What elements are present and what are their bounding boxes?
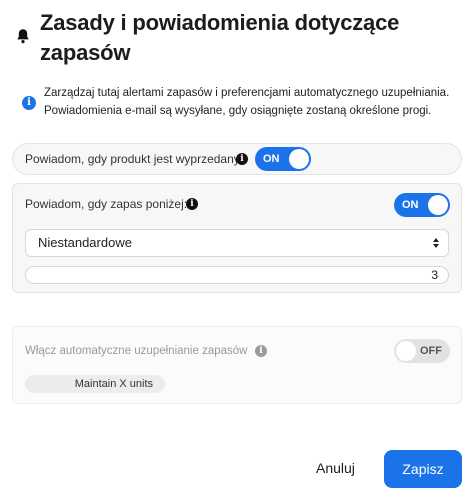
threshold-type-value: Niestandardowe xyxy=(38,235,132,250)
toggle-state-label: ON xyxy=(263,153,280,165)
info-text: Zarządzaj tutaj alertami zapasów i prefe… xyxy=(44,87,450,117)
help-icon[interactable]: i xyxy=(255,345,267,357)
cancel-button[interactable]: Anuluj xyxy=(304,450,367,486)
toggle-knob xyxy=(396,341,416,361)
bell-icon xyxy=(17,29,29,44)
out-of-stock-row: Powiadom, gdy produkt jest wyprzedany i … xyxy=(12,143,462,175)
toggle-knob xyxy=(428,195,448,215)
restock-mode-option[interactable]: Maintain X units xyxy=(25,375,165,393)
toggle-state-label: ON xyxy=(402,199,419,211)
threshold-type-select[interactable]: Niestandardowe xyxy=(25,229,449,257)
out-of-stock-toggle[interactable]: ON xyxy=(255,147,311,171)
low-stock-toggle[interactable]: ON xyxy=(394,193,450,217)
chevron-updown-icon xyxy=(433,238,439,248)
auto-restock-panel: Włącz automatyczne uzupełnianie zapasów … xyxy=(12,326,462,404)
threshold-number-value: 3 xyxy=(431,268,438,282)
low-stock-label: Powiadom, gdy zapas poniżej: xyxy=(25,197,188,211)
help-icon[interactable]: i xyxy=(186,198,198,210)
auto-restock-label: Włącz automatyczne uzupełnianie zapasów xyxy=(25,345,248,357)
out-of-stock-label: Powiadom, gdy produkt jest wyprzedany xyxy=(25,152,240,166)
auto-restock-toggle[interactable]: OFF xyxy=(394,339,450,363)
low-stock-panel: Powiadom, gdy zapas poniżej: i ON Niesta… xyxy=(12,183,462,293)
threshold-number-input[interactable]: 3 xyxy=(25,266,449,284)
save-button[interactable]: Zapisz xyxy=(384,450,462,488)
help-icon[interactable]: i xyxy=(236,153,248,165)
toggle-state-label: OFF xyxy=(420,345,442,357)
dialog-title: Zasady i powiadomienia dotyczące zapasów xyxy=(40,10,400,65)
toggle-knob xyxy=(289,149,309,169)
info-icon: i xyxy=(22,96,36,110)
